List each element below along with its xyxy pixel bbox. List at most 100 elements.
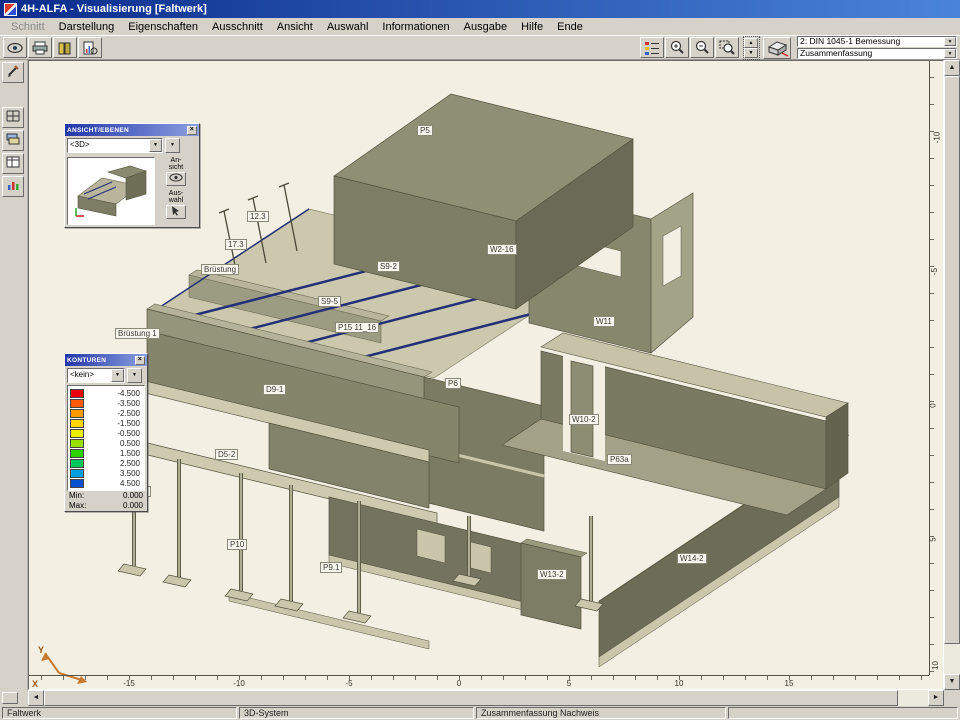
table-button[interactable] [2,153,24,174]
status-panel-empty [728,707,958,719]
ruler-value: 5 [929,537,938,541]
element-tag: P5 [417,125,433,136]
legend-swatch [70,469,84,478]
menu-informationen[interactable]: Informationen [375,19,456,35]
legend-value: -4.500 [84,389,142,398]
ruler-value: 0 [457,679,461,688]
model-preview[interactable] [67,157,155,225]
ruler-value: -10 [932,132,941,144]
menu-darstellung[interactable]: Darstellung [52,19,122,35]
scroll-left-button[interactable]: ◄ [28,690,44,706]
close-icon[interactable]: × [187,126,197,135]
resize-grip[interactable] [2,692,18,704]
zoom-stepper: ▲ ▼ [744,37,759,59]
element-tag: P9.1 [320,562,342,573]
ruler-value: -15 [123,679,135,688]
model-preview-thumbnail [68,158,154,224]
step-down-button[interactable]: ▼ [744,48,758,58]
legend-value: 4.500 [84,479,142,488]
chart-icon [6,179,20,194]
chevron-down-icon[interactable]: ▼ [149,139,162,152]
grid-icon [6,110,20,125]
chevron-down-icon[interactable]: ▼ [944,49,956,58]
layers-button[interactable] [2,130,24,151]
element-tag: S9-2 [377,261,400,272]
element-tag: W14-2 [677,553,707,564]
scroll-up-button[interactable]: ▲ [944,60,960,76]
mesh-button[interactable] [2,107,24,128]
y-axis-label: Y [38,645,44,655]
report-button[interactable] [78,37,102,58]
ruler-value: -5 [345,679,352,688]
menu-schnitt[interactable]: Schnitt [4,19,52,35]
legend-value: 1.500 [84,449,142,458]
menu-ausgabe[interactable]: Ausgabe [457,19,514,35]
element-tag: W11 [593,316,615,327]
selection-mode-label: Aus- wahl [163,190,189,204]
print-button[interactable] [28,37,52,58]
legend-swatch [70,429,84,438]
max-value: 0.000 [123,501,143,511]
menu-hilfe[interactable]: Hilfe [514,19,550,35]
chevron-down-icon[interactable]: ▼ [944,37,956,46]
viewport-3d[interactable]: Y X P5 12.3 17.3 S9-2 W2-16 Brüstung S9-… [28,60,944,690]
step-up-button[interactable]: ▲ [744,38,758,48]
close-icon[interactable]: × [135,356,145,365]
catalog-button[interactable] [53,37,77,58]
palette-title: KONTUREN [67,357,106,364]
menu-ausschnitt[interactable]: Ausschnitt [205,19,270,35]
zoom-window-button[interactable] [715,37,739,58]
vertical-scroll-thumb[interactable] [944,76,960,644]
edit-button[interactable] [2,62,24,83]
contour-options-button[interactable]: ▼ [127,368,142,383]
horizontal-scrollbar[interactable]: ◄ ► [28,690,944,706]
legend-swatch [70,409,84,418]
menu-eigenschaften[interactable]: Eigenschaften [121,19,205,35]
selection-mode-button[interactable] [166,205,186,219]
scroll-down-button[interactable]: ▼ [944,674,960,690]
element-tag: Brüstung 1 [115,328,160,339]
horizontal-scroll-thumb[interactable] [44,690,898,706]
result-set-select[interactable]: Zusammenfassung ▼ [797,48,957,59]
menu-ansicht[interactable]: Ansicht [270,19,320,35]
ruler-vertical: -10 -5 0 5 10 [929,61,943,675]
ruler-value: 10 [931,661,940,670]
window-title: 4H-ALFA - Visualisierung [Faltwerk] [21,3,207,15]
palette-title-bar[interactable]: KONTUREN × [65,354,147,366]
contour-select[interactable]: <kein> ▼ [67,368,125,383]
legend-value: 2.500 [84,459,142,468]
min-value: 0.000 [123,491,143,501]
info-button[interactable] [2,176,24,197]
view-mode-button[interactable] [166,172,186,186]
view-select[interactable]: <3D> ▼ [67,138,163,153]
zoom-in-button[interactable] [665,37,689,58]
design-mode-select[interactable]: 2: DIN 1045-1 Bemessung ▼ [797,36,957,47]
palette-title: ANSICHT/EBENEN [67,127,129,134]
chevron-down-icon[interactable]: ▼ [111,369,124,382]
view-button[interactable] [3,37,27,58]
menu-bar: Schnitt Darstellung Eigenschaften Aussch… [0,18,960,36]
element-tag: 17.3 [225,239,247,250]
result-set-value: Zusammenfassung [798,49,944,58]
vertical-scrollbar[interactable]: ▲ ▼ [944,60,960,690]
view-options-button[interactable]: ▼ [165,138,180,153]
legend-value: -1.500 [84,419,142,428]
wing-pier [571,361,593,457]
zoom-out-button[interactable] [690,37,714,58]
scroll-right-button[interactable]: ► [928,690,944,706]
menu-ende[interactable]: Ende [550,19,590,35]
wing-end-wall [826,403,848,489]
menu-auswahl[interactable]: Auswahl [320,19,376,35]
element-tag: W10-2 [569,414,599,425]
legend-value: -0.500 [84,429,142,438]
small-wall [521,543,581,629]
status-panel-project: Faltwerk [2,707,237,719]
ground-slab [229,593,429,649]
ruler-value: 15 [785,679,794,688]
tree-button[interactable] [640,37,664,58]
perspective-button[interactable] [763,37,791,59]
zoom-out-icon [694,40,710,55]
palette-title-bar[interactable]: ANSICHT/EBENEN × [65,124,199,136]
printer-icon [32,41,48,55]
ruler-ticks [930,61,934,675]
